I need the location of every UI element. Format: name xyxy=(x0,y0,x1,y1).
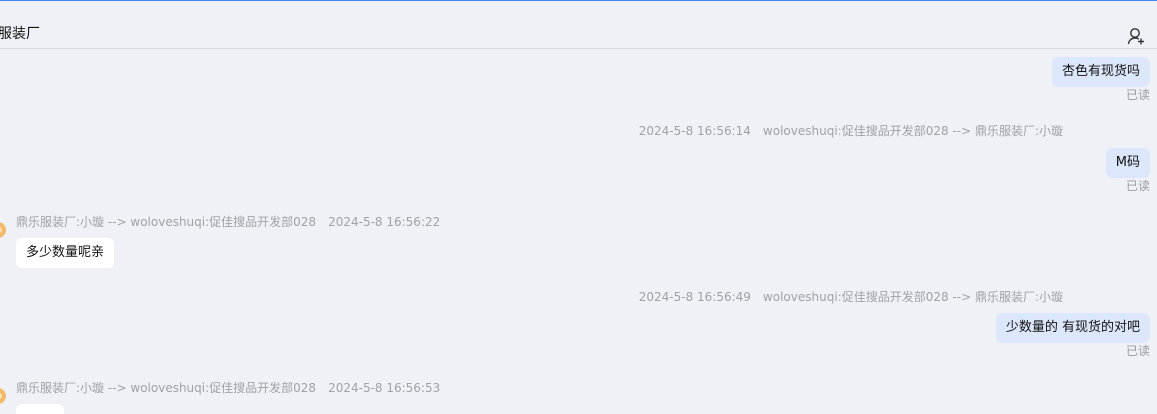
message-bubble-outgoing[interactable]: 杏色有现货吗 xyxy=(1051,57,1150,87)
message-route: woloveshuqi:促佳搜品开发部028 --> 鼎乐服装厂:小璇 xyxy=(762,290,1063,304)
message-route: 鼎乐服装厂:小璇 --> woloveshuqi:促佳搜品开发部028 xyxy=(16,215,317,229)
message-route: 鼎乐服装厂:小璇 --> woloveshuqi:促佳搜品开发部028 xyxy=(16,381,317,395)
message-meta: 2024-5-8 16:56:14 woloveshuqi:促佳搜品开发部028 … xyxy=(639,124,1063,138)
message-bubble-outgoing[interactable]: 少数量的 有现货的对吧 xyxy=(995,313,1150,343)
message-meta: 鼎乐服装厂:小璇 --> woloveshuqi:促佳搜品开发部028 2024-… xyxy=(16,215,440,229)
message-time: 2024-5-8 16:56:49 xyxy=(638,290,751,304)
message-bubble-incoming[interactable]: 多少数量呢亲 xyxy=(16,238,115,268)
message-time: 2024-5-8 16:56:22 xyxy=(328,215,441,229)
message-meta: 鼎乐服装厂:小璇 --> woloveshuqi:促佳搜品开发部028 2024-… xyxy=(16,381,440,395)
chat-title: 服装厂 xyxy=(0,26,40,42)
message-route: woloveshuqi:促佳搜品开发部028 --> 鼎乐服装厂:小璇 xyxy=(762,124,1063,138)
message-time: 2024-5-8 16:56:53 xyxy=(328,381,441,395)
avatar[interactable] xyxy=(0,222,6,238)
avatar[interactable] xyxy=(0,388,6,404)
read-status: 已读 xyxy=(1125,88,1150,102)
message-bubble-outgoing[interactable]: M码 xyxy=(1105,148,1150,178)
read-status: 已读 xyxy=(1125,344,1150,358)
message-meta: 2024-5-8 16:56:49 woloveshuqi:促佳搜品开发部028 … xyxy=(639,290,1063,304)
user-add-icon[interactable] xyxy=(1126,26,1146,46)
chat-header: 服装厂 xyxy=(0,1,1157,49)
message-time: 2024-5-8 16:56:14 xyxy=(638,124,751,138)
read-status: 已读 xyxy=(1125,179,1150,193)
message-bubble-incoming[interactable] xyxy=(16,404,64,414)
